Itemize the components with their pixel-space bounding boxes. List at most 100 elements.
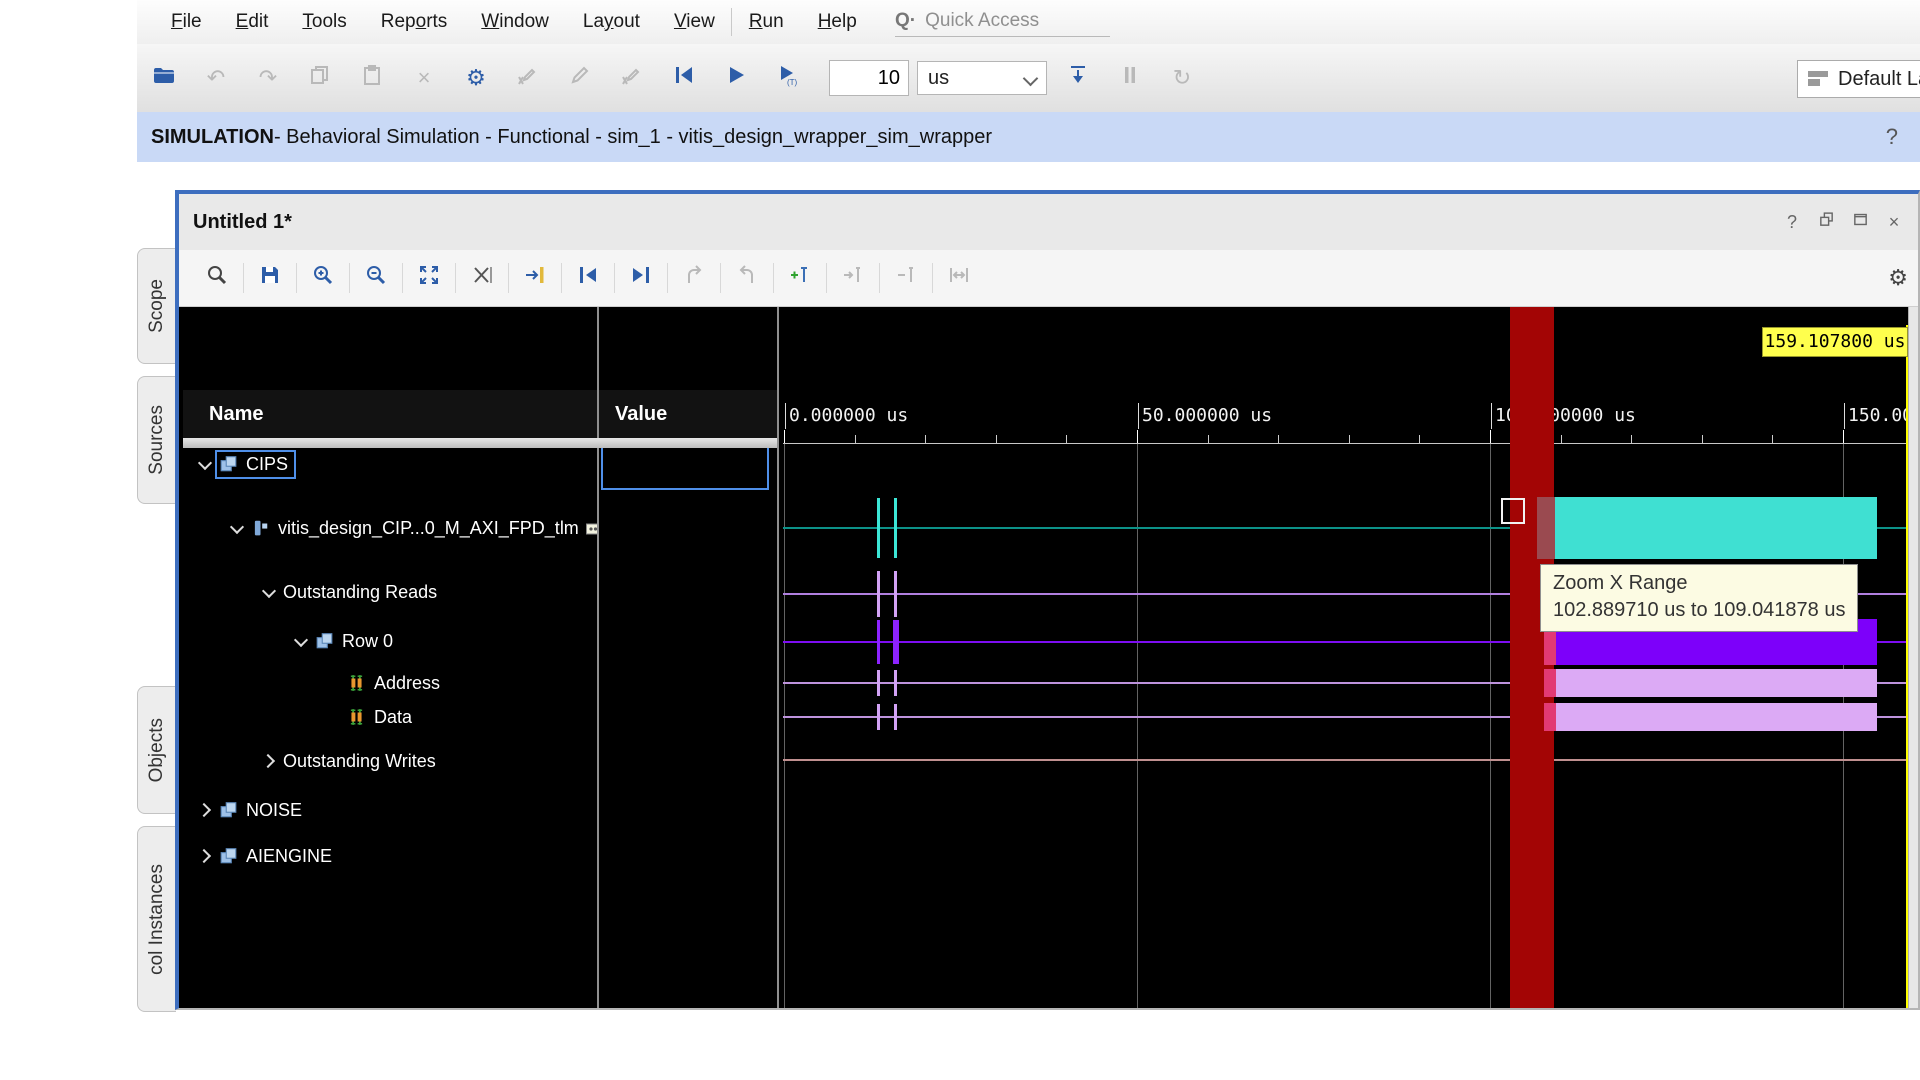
name-column-header[interactable]: Name [183,390,597,438]
copy-button[interactable] [307,65,333,91]
time-cursor-line[interactable] [1906,325,1908,1008]
menu-help[interactable]: Help [818,11,857,33]
column-divider[interactable] [777,307,779,1008]
window-controls: ?× [1782,194,1904,250]
chevron-down-icon[interactable] [291,638,311,645]
tree-row-m-axi-fpd[interactable]: vitis_design_CIP...0_M_AXI_FPD_tlm [183,511,609,545]
tree-row-label: AIENGINE [246,846,332,867]
help-icon[interactable]: ? [1886,124,1898,150]
vertical-scrollbar[interactable] [1908,307,1918,1008]
chevron-right-icon[interactable] [195,851,215,861]
paste-button[interactable] [359,65,385,91]
menu-run[interactable]: Run [749,11,784,33]
tree-row-address[interactable]: Address [183,666,448,700]
selected-value-cell[interactable] [601,446,769,490]
waveform-settings-gear-icon[interactable]: ⚙ [1888,265,1908,291]
goto-marker-button[interactable] [840,265,866,291]
menu-reports[interactable]: Reports [381,11,448,33]
previous-transition-button[interactable] [575,265,601,291]
close-icon[interactable]: × [1884,212,1904,232]
tree-row-data[interactable]: Data [183,700,420,734]
main-toolbar-left-icons: ↶ ↷ × ⚙ (T) [137,65,801,91]
tree-row-label: Data [374,707,412,728]
signal-pulse [894,670,897,696]
chevron-down-icon[interactable] [259,589,279,596]
side-tab-objects[interactable]: Objects [137,686,176,814]
layout-select[interactable]: Default Layout [1797,60,1920,98]
menu-edit[interactable]: Edit [236,11,269,33]
time-unit-value: us [928,67,949,90]
pause-button[interactable] [1117,65,1143,91]
chevron-right-icon[interactable] [195,805,215,815]
undo-button[interactable]: ↶ [203,65,229,91]
tree-row-label: Outstanding Writes [283,751,436,772]
menu-bar: File Edit Tools Reports Window Layout View Run H… [137,0,1920,44]
next-transition-button[interactable] [628,265,654,291]
signal-pulse [877,620,880,664]
toolbar-separator [349,263,350,293]
redo-button[interactable]: ↷ [255,65,281,91]
menu-view[interactable]: View [674,11,715,33]
signal-value-column: Value [599,307,777,1008]
zoom-out-button[interactable] [363,265,389,291]
move-down-button[interactable] [734,265,760,291]
toolbar-separator [508,263,509,293]
toolbar-separator [879,263,880,293]
open-recent-button[interactable] [151,65,177,91]
waveform-toolbar-icons [179,263,985,293]
edit-disabled-button[interactable] [567,65,593,91]
side-tab-label: col Instances [146,864,168,975]
delete-button[interactable]: × [411,65,437,91]
side-tab-protocol-instances[interactable]: col Instances [137,826,176,1012]
zoom-fit-button[interactable] [416,265,442,291]
move-up-button[interactable] [681,265,707,291]
menu-tools[interactable]: Tools [302,11,346,33]
check-syntax-button[interactable] [515,65,541,91]
waveform-window-titlebar[interactable]: Untitled 1* ?× [179,194,1918,250]
chevron-down-icon[interactable] [227,525,247,532]
menu-window[interactable]: Window [481,11,549,33]
tree-row-cips[interactable]: CIPS [183,447,296,481]
settings-button[interactable]: ⚙ [463,65,489,91]
side-tab-scope[interactable]: Scope [137,248,176,364]
timeline-minor-tick [1631,435,1632,443]
tree-row-noise[interactable]: NOISE [183,793,310,827]
menu-file[interactable]: File [171,11,202,33]
chevron-down-icon[interactable] [195,461,215,468]
relaunch-button[interactable]: ↻ [1169,65,1195,91]
search-button[interactable] [204,265,230,291]
quick-access-search[interactable]: Q· Quick Access [895,6,1110,37]
menu-layout[interactable]: Layout [583,11,640,33]
tree-row-outstanding-writes[interactable]: Outstanding Writes [183,744,444,778]
toolbar-separator [561,263,562,293]
goto-time-button[interactable] [522,265,548,291]
run-for-button[interactable]: (T) [775,65,801,91]
save-waveform-button[interactable] [257,265,283,291]
timeline-minor-tick [1561,435,1562,443]
float-icon[interactable] [1816,212,1836,232]
zoom-in-button[interactable] [310,265,336,291]
maximize-icon[interactable] [1850,212,1870,232]
tree-row-outstanding-reads[interactable]: Outstanding Reads [183,575,445,609]
zoom-range-tooltip: Zoom X Range 102.889710 us to 109.041878… [1540,564,1858,632]
time-unit-select[interactable]: us [917,61,1047,95]
tree-row-row-0[interactable]: Row 0 [183,624,401,658]
side-tab-sources[interactable]: Sources [137,376,176,504]
run-time-input[interactable] [829,60,909,96]
value-column-header[interactable]: Value [599,390,777,438]
tree-row-aiengine[interactable]: AIENGINE [183,839,340,873]
chevron-right-icon[interactable] [259,756,279,766]
signal-name-column: Name CIPSvitis_design_CIP...0_M_AXI_FPD_… [183,307,597,1008]
add-marker-button[interactable] [787,265,813,291]
help-icon[interactable]: ? [1782,212,1802,232]
waveform-canvas[interactable]: 159.107800 us Zoom X Range 102.889710 us… [783,307,1908,1008]
zoom-drag-marker [1501,498,1525,524]
step-button[interactable] [1065,65,1091,91]
remove-marker-button[interactable] [893,265,919,291]
tree-row-core: Data [343,703,420,732]
cancel-edit-button[interactable] [619,65,645,91]
run-all-button[interactable] [723,65,749,91]
remove-cursor-button[interactable] [469,265,495,291]
restart-button[interactable] [671,65,697,91]
swap-cursors-button[interactable] [946,265,972,291]
